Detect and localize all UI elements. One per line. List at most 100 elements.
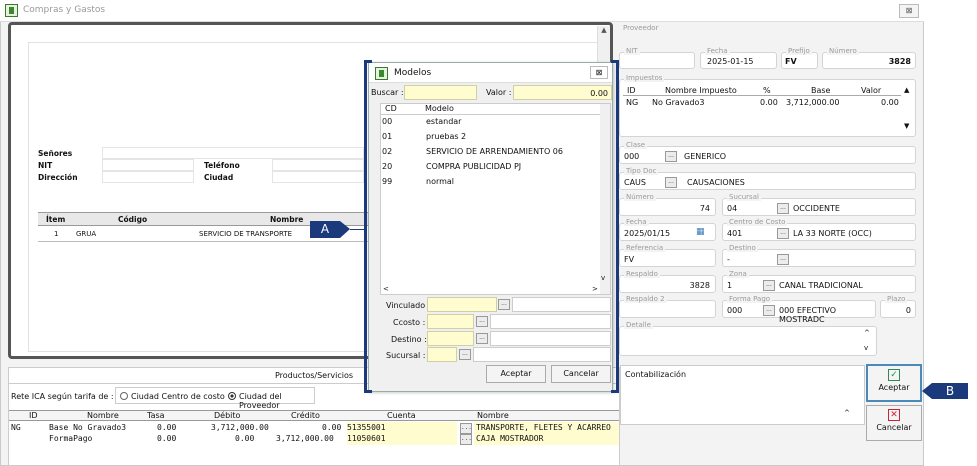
forma-pago-legend: Forma Pago: [727, 295, 773, 303]
cuenta-search-button[interactable]: ...: [460, 434, 472, 445]
destino-modal-label: Destino :: [391, 335, 427, 344]
prod-credito: 3,712,000.00: [276, 434, 334, 443]
ccosto-search-button[interactable]: ...: [476, 316, 488, 327]
imp-id: NG: [626, 98, 639, 107]
prod-col-id: ID: [29, 411, 38, 420]
nit-label: NIT: [38, 161, 53, 170]
destino-field[interactable]: Destino -...: [722, 244, 916, 267]
respaldo-field[interactable]: Respaldo 3828: [619, 270, 716, 293]
detalle-field[interactable]: Detalle ^ v: [619, 321, 877, 356]
scroll-right-icon[interactable]: >: [592, 285, 598, 293]
forma-pago-code: 000: [727, 306, 743, 315]
prod-debito: 0.00: [235, 434, 255, 443]
forma-pago-search-button[interactable]: ...: [763, 305, 775, 316]
cancelar-button[interactable]: ✕ Cancelar: [866, 405, 922, 441]
fecha-legend: Fecha: [705, 47, 730, 55]
tipo-doc-name: CAUSACIONES: [687, 178, 745, 187]
prod-cnombre: CAJA MOSTRADOR: [476, 434, 544, 443]
cancel-icon: ✕: [888, 409, 900, 421]
sucursal-field[interactable]: Sucursal 04... OCCIDENTE: [722, 193, 916, 216]
numero-field[interactable]: Número 74: [619, 193, 716, 216]
numero-doc-legend: Número: [624, 193, 656, 201]
col-nombre: Nombre: [270, 215, 304, 224]
prefijo-field[interactable]: Prefijo FV: [781, 47, 818, 69]
vinculado-search-button[interactable]: ...: [498, 299, 510, 310]
radio-ciudad-centro[interactable]: [120, 392, 128, 400]
radio-ciudad-proveedor[interactable]: [228, 392, 236, 400]
forma-pago-name: 000 EFECTIVO MOSTRADC: [779, 306, 836, 324]
proveedor-nit-field[interactable]: NIT: [619, 47, 695, 69]
zona-search-button[interactable]: ...: [763, 280, 775, 291]
referencia-field[interactable]: Referencia FV: [619, 244, 716, 267]
clase-field[interactable]: Clase 000... GENERICO: [619, 141, 916, 164]
ccosto-label: Ccosto :: [393, 318, 426, 327]
aceptar-button[interactable]: ✓ Aceptar: [866, 364, 922, 402]
imp-col-id: ID: [627, 86, 636, 95]
modelos-aceptar-button[interactable]: Aceptar: [486, 365, 546, 383]
window-close-button[interactable]: ⊠: [899, 4, 919, 18]
fecha-doc-value: 2025/01/15: [624, 229, 671, 238]
proveedor-legend: Proveedor: [621, 24, 661, 32]
vinculado-desc: [512, 297, 611, 312]
chevron-up-icon[interactable]: ▲: [904, 86, 909, 94]
modelo-name: estandar: [426, 117, 462, 126]
fecha-field[interactable]: Fecha 2025/01/15 ▦: [619, 218, 716, 241]
sucursal-name: OCCIDENTE: [793, 204, 840, 213]
detalle-scroll-down-icon[interactable]: v: [864, 344, 868, 352]
detalle-scroll-up-icon[interactable]: ^: [864, 329, 870, 337]
cuenta-search-button[interactable]: ...: [460, 423, 472, 434]
imp-col-base: Base: [811, 86, 831, 95]
tipo-doc-search-button[interactable]: ...: [665, 177, 677, 188]
zona-field[interactable]: Zona 1... CANAL TRADICIONAL: [722, 270, 916, 293]
destino-search-button-modal[interactable]: ...: [476, 333, 488, 344]
valor-input[interactable]: 0.00: [513, 85, 612, 100]
modelos-scrollbar[interactable]: [600, 104, 610, 294]
centro-costo-field[interactable]: Centro de Costo 401... LA 33 NORTE (OCC): [722, 218, 916, 241]
fecha-value: 2025-01-15: [707, 57, 754, 66]
prod-col-debito: Débito: [214, 411, 241, 420]
sucursal-search-button[interactable]: ...: [777, 203, 789, 214]
tipo-doc-code: CAUS: [624, 178, 646, 187]
modelos-cancelar-button[interactable]: Cancelar: [551, 365, 611, 383]
table-row[interactable]: FormaPago 0.00 0.00 3,712,000.00 1105060…: [9, 434, 619, 445]
proveedor-fecha-field[interactable]: Fecha 2025-01-15: [700, 47, 777, 69]
detalle-legend: Detalle: [624, 321, 653, 329]
prod-cuenta: 11050601: [347, 434, 386, 443]
plazo-value: 0: [905, 306, 911, 315]
respaldo2-field[interactable]: Respaldo 2: [619, 295, 716, 318]
imp-nombre: No Gravado3: [652, 98, 705, 107]
scroll-down-icon[interactable]: v: [601, 274, 605, 282]
forma-pago-field[interactable]: Forma Pago 000... 000 EFECTIVO MOSTRADC: [722, 295, 876, 324]
buscar-input[interactable]: [404, 85, 477, 100]
sucursal-search-button-modal[interactable]: ...: [459, 349, 471, 360]
imp-col-valor: Valor: [861, 86, 882, 95]
tipo-doc-legend: Tipo Doc: [624, 167, 659, 175]
clase-legend: Clase: [624, 141, 648, 149]
zona-code: 1: [727, 281, 733, 290]
modelos-icon: [375, 67, 388, 80]
numero-proveedor-field[interactable]: Número 3828: [822, 47, 916, 69]
modelos-close-button[interactable]: ⊠: [590, 66, 608, 79]
senores-label: Señores: [38, 149, 73, 158]
productos-scroll-up-icon[interactable]: ^: [844, 409, 850, 417]
nit-field: [102, 159, 194, 171]
vinculado-input[interactable]: [427, 297, 497, 312]
ccosto-input[interactable]: [427, 314, 474, 329]
destino-search-button[interactable]: ...: [777, 254, 789, 265]
clase-search-button[interactable]: ...: [665, 151, 677, 162]
tipo-doc-field[interactable]: Tipo Doc CAUS... CAUSACIONES: [619, 167, 916, 190]
scroll-up-icon[interactable]: ▲: [598, 26, 610, 34]
modelo-cd: 01: [382, 132, 393, 141]
chevron-down-icon[interactable]: ▼: [904, 122, 909, 130]
rete-ica-label: Rete ICA según tarifa de :: [11, 392, 114, 401]
col-codigo: Código: [118, 215, 148, 224]
calendar-icon[interactable]: ▦: [696, 227, 705, 237]
table-row[interactable]: NG Base No Gravado3 0.00 3,712,000.00 0.…: [9, 423, 619, 434]
clase-name: GENERICO: [684, 152, 727, 161]
sucursal-input[interactable]: [427, 347, 457, 362]
scroll-left-icon[interactable]: <: [383, 285, 389, 293]
item-cell: 1: [54, 230, 59, 238]
centro-costo-search-button[interactable]: ...: [777, 228, 789, 239]
destino-input[interactable]: [427, 331, 474, 346]
plazo-field[interactable]: Plazo 0: [880, 295, 916, 318]
